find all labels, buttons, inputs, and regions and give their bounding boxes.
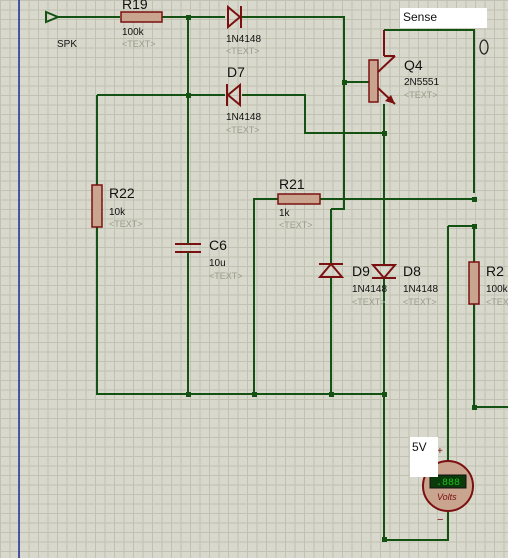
r22-ref: R22 (109, 185, 135, 201)
dtop-value: 1N4148 (226, 34, 261, 45)
r2x-value: 100k (486, 284, 508, 295)
diode-d7[interactable]: D7 1N4148 <TEXT> (226, 64, 261, 135)
capacitor-c6[interactable]: C6 10u <TEXT> (175, 232, 243, 281)
voltmeter-minus: − (437, 514, 443, 526)
d7-value: 1N4148 (226, 112, 261, 123)
resistor-r21[interactable]: R21 1k <TEXT> (277, 176, 321, 230)
diode-top[interactable]: 1N4148 <TEXT> (226, 4, 261, 56)
c6-text: <TEXT> (209, 271, 243, 281)
transistor-q4[interactable]: Q4 2N5551 <TEXT> (368, 30, 439, 105)
sense-label-box[interactable]: Sense (400, 8, 487, 28)
wire-dtop-q4base (242, 16, 370, 83)
d7-ref: D7 (227, 64, 245, 80)
probe-marker[interactable] (479, 39, 489, 55)
d7-text: <TEXT> (226, 125, 260, 135)
d8-value: 1N4148 (403, 284, 438, 295)
spk-input-terminal[interactable] (45, 10, 61, 24)
r21-text: <TEXT> (279, 220, 313, 230)
wire-base-d9 (331, 82, 345, 210)
r21-value: 1k (279, 208, 291, 219)
voltmeter-unit: Volts (437, 492, 457, 502)
r22-text: <TEXT> (109, 219, 143, 229)
r21-ref: R21 (279, 176, 305, 192)
r19-text: <TEXT> (122, 39, 156, 49)
d8-ref: D8 (403, 263, 421, 279)
resistor-r2x[interactable]: R2 100k <TEX (468, 261, 508, 307)
d9-ref: D9 (352, 263, 370, 279)
r22-value: 10k (109, 207, 126, 218)
c6-value: 10u (209, 258, 226, 269)
r2x-ref: R2 (486, 263, 504, 279)
d9-text: <TEXT> (352, 297, 386, 307)
dtop-text: <TEXT> (226, 46, 260, 56)
d8-text: <TEXT> (403, 297, 437, 307)
q4-ref: Q4 (404, 57, 423, 73)
wire-r2-bottom (473, 304, 508, 408)
wire-ground-rail (96, 227, 384, 395)
q4-text: <TEXT> (404, 90, 438, 100)
resistor-r22[interactable]: R22 10k <TEXT> (91, 184, 143, 229)
r19-value: 100k (122, 27, 145, 38)
voltmeter-display: .888 (436, 478, 460, 489)
wire-collector-sense (384, 29, 475, 193)
wire-r21-left (253, 198, 278, 394)
d9-value: 1N4148 (352, 284, 387, 295)
spk-label: SPK (57, 39, 77, 50)
r19-ref: R19 (122, 0, 148, 12)
q4-value: 2N5551 (404, 77, 439, 88)
schematic-canvas[interactable]: SPK R19 100k <TEXT> 1N4148 <TEXT> D7 1N4… (0, 0, 508, 558)
wire-d7-emitter (242, 94, 384, 134)
c6-ref: C6 (209, 237, 227, 253)
r2x-text: <TEX (486, 297, 508, 307)
resistor-r19[interactable]: R19 100k <TEXT> (120, 0, 163, 49)
supply-label-box[interactable]: 5V (410, 437, 438, 477)
